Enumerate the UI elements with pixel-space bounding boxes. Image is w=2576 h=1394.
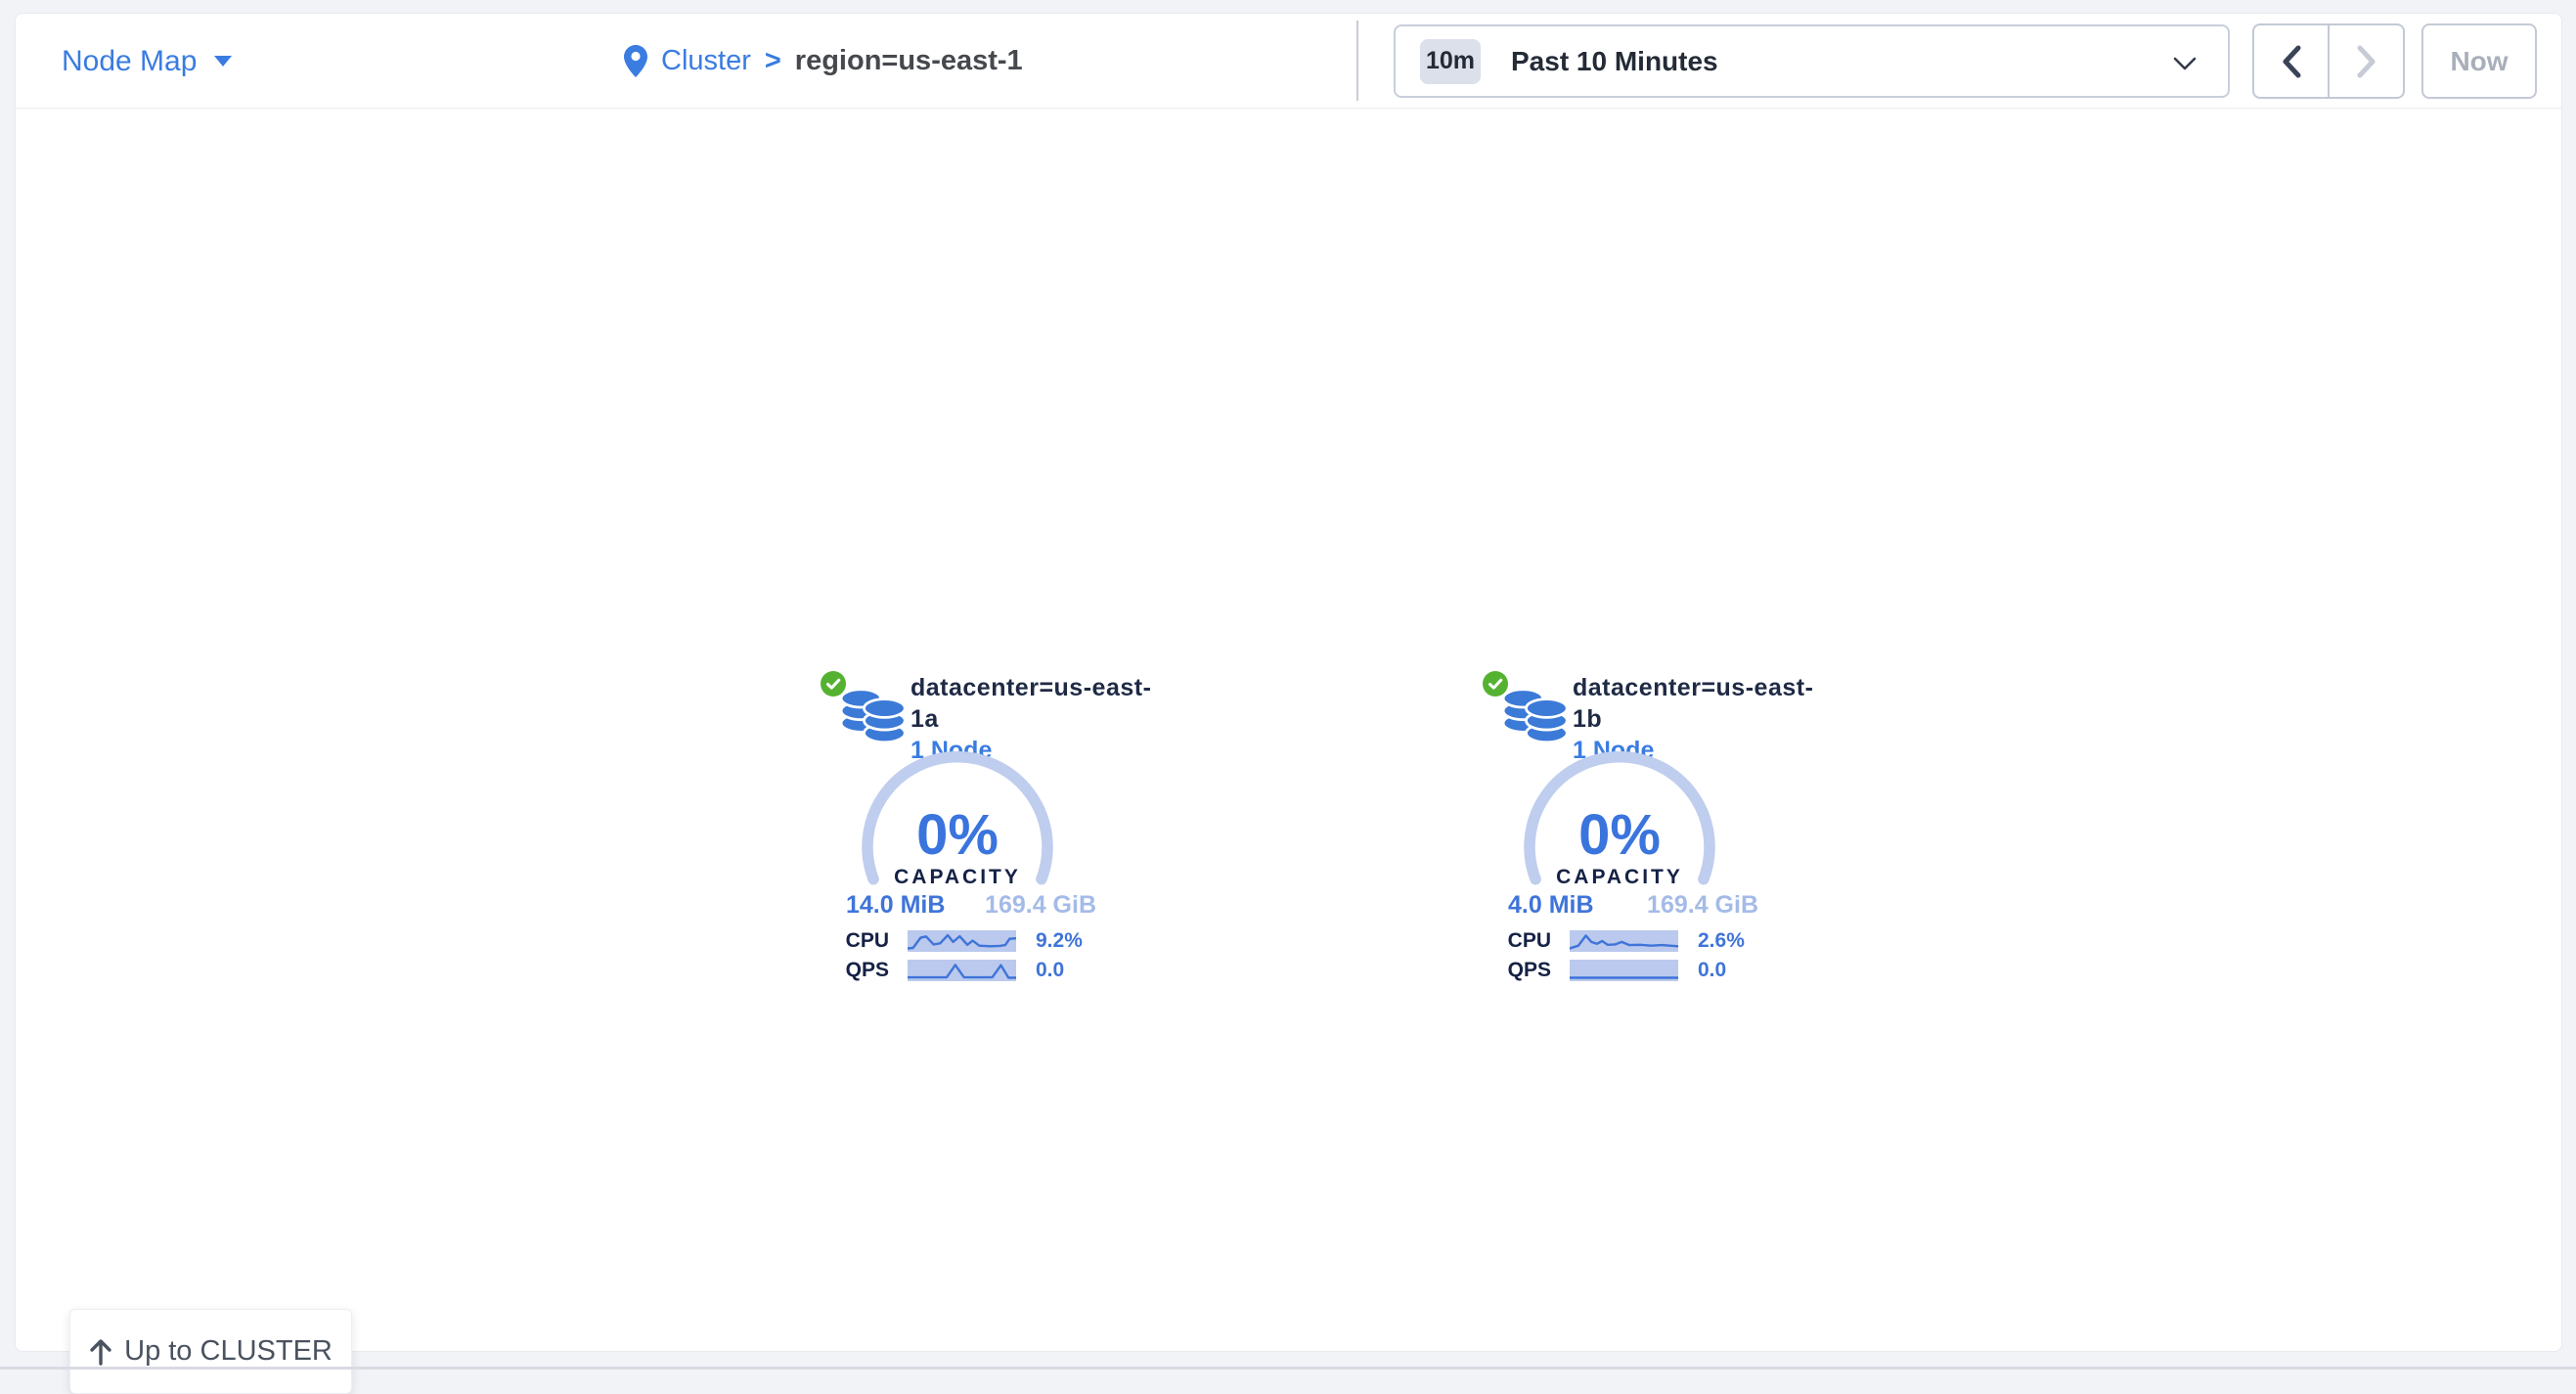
cpu-sparkline — [908, 930, 1016, 952]
locality-name: datacenter=us-east-1b — [1573, 672, 1837, 735]
cpu-label: CPU — [803, 929, 889, 953]
cpu-sparkline — [1570, 930, 1678, 952]
time-nav-arrows — [2252, 23, 2405, 99]
chevron-down-icon — [2173, 57, 2197, 70]
qps-value: 0.0 — [1698, 959, 1726, 982]
node-map-canvas: datacenter=us-east-1a 1 Node 0% CAPACITY… — [16, 109, 2561, 1351]
page-header: Node Map Cluster > region=us-east-1 10m … — [16, 14, 2561, 109]
time-next-button[interactable] — [2330, 25, 2403, 97]
caret-down-icon — [214, 56, 232, 67]
arrow-up-icon — [89, 1338, 112, 1366]
view-selector-label: Node Map — [62, 45, 197, 78]
header-divider — [1356, 21, 1358, 101]
capacity-total: 169.4 GiB — [1647, 891, 1758, 920]
time-window-label: Past 10 Minutes — [1511, 46, 1718, 77]
node-map-panel: Node Map Cluster > region=us-east-1 10m … — [15, 13, 2562, 1352]
cpu-metric-row: CPU 9.2% — [803, 929, 1083, 953]
qps-sparkline — [1570, 960, 1678, 981]
cpu-value: 2.6% — [1698, 929, 1745, 953]
up-to-cluster-label: Up to CLUSTER — [124, 1335, 333, 1368]
chevron-right-icon — [2356, 45, 2377, 78]
time-prev-button[interactable] — [2254, 25, 2330, 97]
cpu-label: CPU — [1465, 929, 1551, 953]
location-pin-icon — [624, 45, 647, 77]
capacity-gauge: 0% CAPACITY — [1512, 740, 1727, 955]
qps-sparkline — [908, 960, 1016, 981]
capacity-percent: 0% — [916, 807, 999, 864]
view-selector-dropdown[interactable]: Node Map — [62, 14, 232, 109]
qps-metric-row: QPS 0.0 — [803, 959, 1064, 982]
breadcrumb-cluster-link[interactable]: Cluster — [661, 45, 751, 77]
capacity-percent: 0% — [1578, 807, 1661, 864]
time-window-badge: 10m — [1420, 39, 1481, 84]
capacity-caption: CAPACITY — [1556, 866, 1683, 889]
now-button[interactable]: Now — [2421, 23, 2537, 99]
time-window-dropdown[interactable]: 10m Past 10 Minutes — [1394, 24, 2230, 98]
breadcrumb-separator: > — [765, 45, 781, 77]
qps-label: QPS — [1465, 959, 1551, 982]
locality-card-us-east-1a[interactable]: datacenter=us-east-1a 1 Node 0% CAPACITY… — [803, 663, 1175, 1001]
capacity-used: 14.0 MiB — [846, 891, 945, 920]
capacity-values-row: 4.0 MiB 169.4 GiB — [1508, 891, 1758, 920]
cpu-value: 9.2% — [1036, 929, 1083, 953]
breadcrumb: Cluster > region=us-east-1 — [624, 14, 1023, 109]
locality-card-us-east-1b[interactable]: datacenter=us-east-1b 1 Node 0% CAPACITY… — [1465, 663, 1837, 1001]
up-to-cluster-button[interactable]: Up to CLUSTER — [69, 1309, 352, 1394]
capacity-gauge: 0% CAPACITY — [850, 740, 1065, 955]
capacity-values-row: 14.0 MiB 169.4 GiB — [846, 891, 1096, 920]
cpu-metric-row: CPU 2.6% — [1465, 929, 1745, 953]
chevron-left-icon — [2281, 45, 2302, 78]
qps-value: 0.0 — [1036, 959, 1064, 982]
capacity-used: 4.0 MiB — [1508, 891, 1594, 920]
breadcrumb-current: region=us-east-1 — [795, 45, 1023, 77]
capacity-total: 169.4 GiB — [985, 891, 1096, 920]
capacity-caption: CAPACITY — [894, 866, 1021, 889]
qps-label: QPS — [803, 959, 889, 982]
qps-metric-row: QPS 0.0 — [1465, 959, 1726, 982]
locality-name: datacenter=us-east-1a — [910, 672, 1175, 735]
